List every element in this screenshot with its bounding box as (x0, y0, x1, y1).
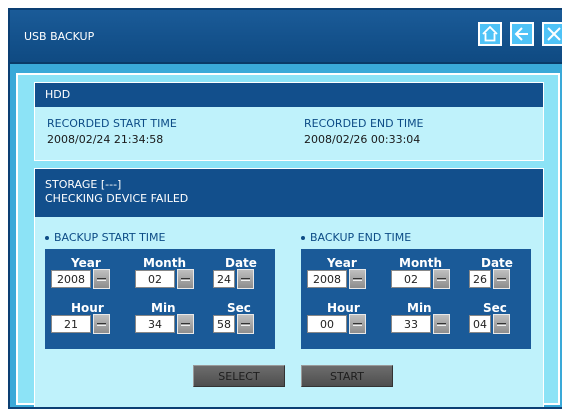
start-month-spinner[interactable] (177, 269, 194, 289)
end-min-spinner[interactable] (433, 314, 450, 334)
bullet-icon (301, 236, 305, 240)
recorded-end-value: 2008/02/26 00:33:04 (304, 133, 421, 146)
start-hour-input[interactable]: 21 (51, 315, 91, 333)
backup-start-title: BACKUP START TIME (45, 231, 166, 244)
select-button[interactable]: SELECT (193, 365, 285, 387)
end-month-field: Month 02 (391, 256, 467, 290)
start-hour-field: Hour 21 (51, 301, 127, 335)
end-year-input[interactable]: 2008 (307, 270, 347, 288)
title-bar: USB BACKUP (10, 10, 562, 64)
home-icon (482, 25, 498, 42)
back-arrow-icon (514, 27, 528, 41)
start-month-input[interactable]: 02 (135, 270, 175, 288)
backup-end-box: Year 2008 Month 02 Date 26 Hour 00 Min 3… (301, 249, 531, 349)
end-sec-field: Sec 04 (469, 301, 527, 335)
backup-start-box: Year 2008 Month 02 Date 24 Hour 21 Min 3… (45, 249, 275, 349)
hdd-heading: HDD (35, 83, 543, 107)
recorded-start-value: 2008/02/24 21:34:58 (47, 133, 164, 146)
bullet-icon (45, 236, 49, 240)
storage-label: STORAGE [---] (45, 178, 122, 191)
end-month-input[interactable]: 02 (391, 270, 431, 288)
storage-panel: STORAGE [---] CHECKING DEVICE FAILED BAC… (34, 168, 544, 407)
start-month-field: Month 02 (135, 256, 211, 290)
end-sec-input[interactable]: 04 (469, 315, 491, 333)
start-year-input[interactable]: 2008 (51, 270, 91, 288)
recorded-end: RECORDED END TIME 2008/02/26 00:33:04 (304, 117, 424, 146)
usb-backup-window: USB BACKUP HDD RECORDED START TIME 2008/… (8, 8, 562, 409)
storage-error: CHECKING DEVICE FAILED (45, 192, 189, 205)
start-button[interactable]: START (301, 365, 393, 387)
start-sec-field: Sec 58 (213, 301, 271, 335)
end-date-field: Date 26 (469, 256, 527, 290)
back-button[interactable] (510, 22, 534, 46)
start-min-input[interactable]: 34 (135, 315, 175, 333)
recorded-start: RECORDED START TIME 2008/02/24 21:34:58 (47, 117, 177, 146)
start-min-field: Min 34 (135, 301, 211, 335)
window-title: USB BACKUP (24, 30, 95, 43)
start-date-spinner[interactable] (237, 269, 254, 289)
end-date-input[interactable]: 26 (469, 270, 491, 288)
storage-status: STORAGE [---] CHECKING DEVICE FAILED (35, 169, 543, 217)
start-date-input[interactable]: 24 (213, 270, 235, 288)
start-hour-spinner[interactable] (93, 314, 110, 334)
end-month-spinner[interactable] (433, 269, 450, 289)
end-date-spinner[interactable] (493, 269, 510, 289)
start-sec-spinner[interactable] (237, 314, 254, 334)
end-hour-field: Hour 00 (307, 301, 383, 335)
start-date-field: Date 24 (213, 256, 271, 290)
end-sec-spinner[interactable] (493, 314, 510, 334)
home-button[interactable] (478, 22, 502, 46)
end-min-input[interactable]: 33 (391, 315, 431, 333)
end-hour-input[interactable]: 00 (307, 315, 347, 333)
close-button[interactable] (542, 22, 562, 46)
hdd-panel: HDD RECORDED START TIME 2008/02/24 21:34… (34, 82, 544, 161)
start-sec-input[interactable]: 58 (213, 315, 235, 333)
recorded-start-label: RECORDED START TIME (47, 117, 177, 130)
end-hour-spinner[interactable] (349, 314, 366, 334)
end-year-spinner[interactable] (349, 269, 366, 289)
end-min-field: Min 33 (391, 301, 467, 335)
content-area: HDD RECORDED START TIME 2008/02/24 21:34… (16, 73, 560, 407)
backup-end-title: BACKUP END TIME (301, 231, 411, 244)
start-year-field: Year 2008 (51, 256, 127, 290)
end-year-field: Year 2008 (307, 256, 383, 290)
recorded-end-label: RECORDED END TIME (304, 117, 424, 130)
start-min-spinner[interactable] (177, 314, 194, 334)
close-icon (547, 27, 561, 41)
start-year-spinner[interactable] (93, 269, 110, 289)
